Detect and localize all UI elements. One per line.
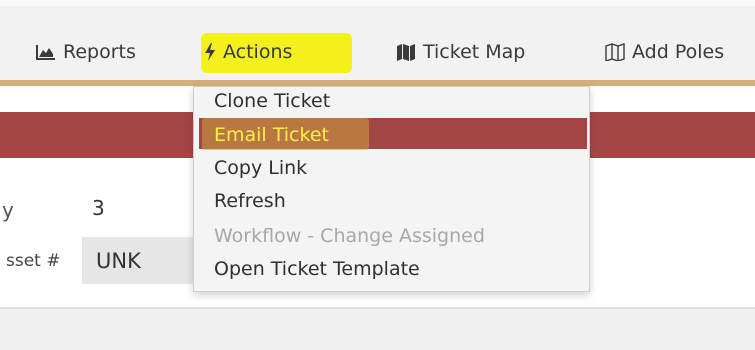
asset-number-value: UNK: [96, 249, 141, 273]
menu-item-open-ticket-template[interactable]: Open Ticket Template: [214, 257, 420, 281]
bottom-section-bar: [0, 307, 755, 350]
area-chart-icon: [36, 44, 56, 60]
menu-item-refresh[interactable]: Refresh: [214, 189, 286, 213]
menu-item-workflow-change-assigned: Workflow - Change Assigned: [214, 225, 485, 247]
field-value-count: 3: [92, 196, 105, 220]
lightning-bolt-icon: [204, 43, 216, 61]
nav-actions-label: Actions: [223, 41, 293, 63]
nav-add-poles[interactable]: Add Poles: [605, 37, 724, 67]
menu-item-email-ticket[interactable]: Email Ticket: [214, 123, 329, 147]
menu-item-copy-link[interactable]: Copy Link: [214, 156, 307, 180]
actions-dropdown-menu: Clone Ticket Email Ticket Copy Link Refr…: [193, 86, 590, 292]
asset-number-label: sset #: [6, 251, 61, 271]
nav-actions[interactable]: Actions: [204, 37, 292, 67]
nav-reports[interactable]: Reports: [36, 37, 136, 67]
nav-add-poles-label: Add Poles: [632, 41, 725, 63]
menu-item-clone-ticket[interactable]: Clone Ticket: [214, 89, 330, 113]
map-icon: [396, 43, 416, 61]
map-outline-icon: [605, 43, 625, 61]
nav-ticket-map[interactable]: Ticket Map: [396, 37, 525, 67]
nav-reports-label: Reports: [63, 41, 136, 63]
field-label-partial: y: [2, 198, 14, 222]
nav-ticket-map-label: Ticket Map: [423, 41, 526, 63]
